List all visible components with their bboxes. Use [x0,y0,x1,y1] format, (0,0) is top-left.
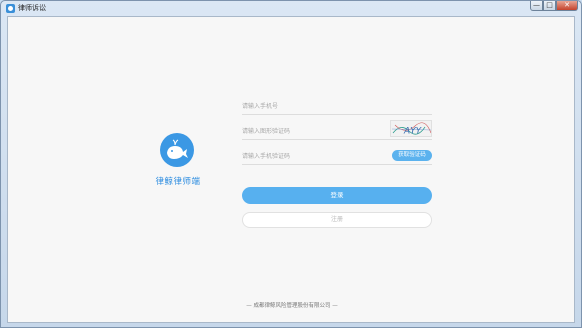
title-bar[interactable]: 律师诉讼 — □ ✕ [1,1,581,15]
captcha-text: AYY [403,127,423,137]
maximize-button[interactable]: □ [543,1,556,11]
footer-copyright: — 成都律鲸风险管理股份有限公司 — [246,303,338,309]
captcha-noise: AYY [391,122,431,137]
window-title: 律师诉讼 [18,4,46,12]
get-sms-code-button[interactable]: 获取验证码 [392,150,432,161]
captcha-image[interactable]: AYY [390,120,432,137]
minimize-button[interactable]: — [530,1,543,11]
app-window: 律师诉讼 — □ ✕ 律鲸律师端 AYY [0,0,582,328]
phone-field [242,99,432,115]
brand-name: 律鲸律师端 [155,177,201,187]
captcha-field: AYY [242,120,432,140]
app-icon [6,4,15,13]
register-button[interactable]: 注册 [242,212,432,228]
phone-input[interactable] [242,99,382,113]
whale-icon [160,133,194,167]
captcha-input[interactable] [242,124,382,138]
close-button[interactable]: ✕ [556,1,578,11]
login-panel: 律鲸律师端 AYY 获取验证码 登录 注册 — 成都律鲸风险管理股份有限公司 — [7,16,575,323]
sms-code-input[interactable] [242,149,382,163]
window-controls: — □ ✕ [530,1,578,12]
login-button[interactable]: 登录 [242,187,432,204]
sms-code-field: 获取验证码 [242,149,432,165]
